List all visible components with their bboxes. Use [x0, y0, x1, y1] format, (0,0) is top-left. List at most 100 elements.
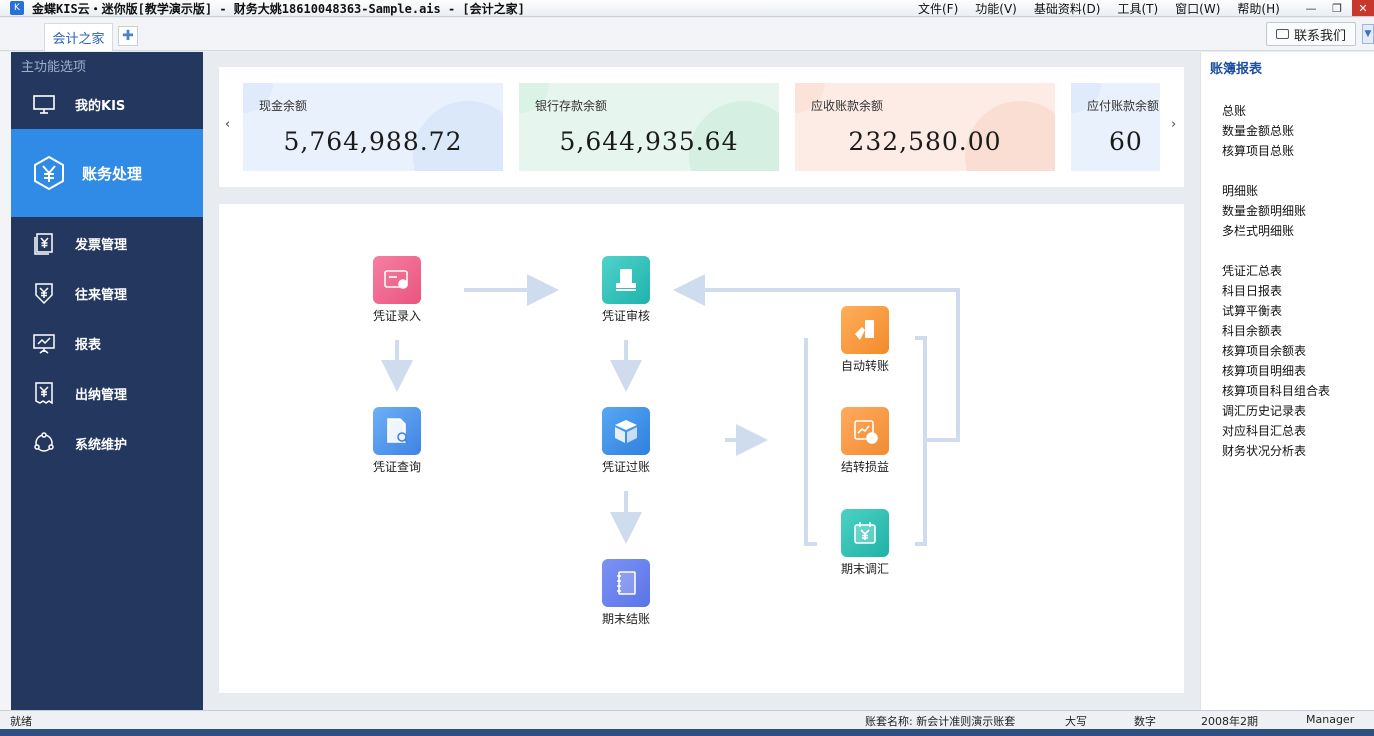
report-link-item-ledger[interactable]: 核算项目总账 [1222, 142, 1294, 159]
yuan-shield-icon [32, 281, 56, 305]
node-label: 期末调汇 [840, 562, 889, 576]
sidebar-item-receivables[interactable]: 往来管理 [11, 268, 203, 318]
card-label: 银行存款余额 [535, 99, 608, 113]
auto-transfer-node[interactable]: 自动转账 [835, 306, 895, 374]
sidebar-item-label: 我的KIS [75, 98, 126, 114]
restore-button[interactable]: ❐ [1324, 0, 1350, 16]
node-label: 凭证录入 [372, 309, 421, 323]
menu-help[interactable]: 帮助(H) [1237, 0, 1279, 17]
sidebar-item-invoice[interactable]: 发票管理 [11, 218, 203, 268]
profit-loss-icon [841, 407, 889, 455]
report-link-voucher-summary[interactable]: 凭证汇总表 [1222, 262, 1282, 279]
menu-function[interactable]: 功能(V) [975, 0, 1017, 17]
report-link-financial-analysis[interactable]: 财务状况分析表 [1222, 442, 1306, 459]
cashier-icon [32, 381, 56, 405]
chat-icon [1275, 29, 1289, 39]
cash-balance-card[interactable]: 现金余额 5,764,988.72 [243, 83, 503, 171]
sidebar-item-label: 账务处理 [82, 164, 143, 183]
node-label: 期末结账 [601, 612, 650, 626]
report-link-item-balance[interactable]: 核算项目余额表 [1222, 342, 1306, 359]
report-link-exchange-history[interactable]: 调汇历史记录表 [1222, 402, 1306, 419]
sidebar-item-reports[interactable]: 报表 [11, 318, 203, 368]
status-user: Manager [1306, 713, 1355, 726]
period-close-node[interactable]: 期末结账 [596, 559, 656, 627]
ledger-reports-panel: 账簿报表 总账 数量金额总账 核算项目总账 明细账 数量金额明细账 多栏式明细账… [1200, 52, 1374, 710]
card-label: 应付账款余额 [1087, 99, 1160, 113]
menu-tools[interactable]: 工具(T) [1117, 0, 1158, 17]
carousel-prev-button[interactable]: ‹ [225, 117, 230, 132]
balance-cards-panel: ‹ 现金余额 5,764,988.72 银行存款余额 5,644,935.64 … [219, 67, 1184, 187]
panel-toggle-button[interactable]: ▼ [1362, 24, 1374, 44]
close-button[interactable]: ✕ [1352, 0, 1374, 16]
menu-file[interactable]: 文件(F) [918, 0, 958, 17]
voucher-query-node[interactable]: 凭证查询 [367, 407, 427, 475]
sidebar-item-cashier[interactable]: 出纳管理 [11, 368, 203, 418]
sidebar-item-label: 发票管理 [75, 237, 128, 253]
report-board-icon [32, 331, 56, 355]
voucher-audit-icon [602, 256, 650, 304]
payable-balance-card[interactable]: 应付账款余额 60 [1071, 83, 1160, 171]
report-link-general-ledger[interactable]: 总账 [1222, 102, 1246, 119]
card-label: 现金余额 [259, 99, 308, 113]
menu-bar: 文件(F) 功能(V) 基础资料(D) 工具(T) 窗口(W) 帮助(H) [918, 0, 1297, 17]
os-taskbar [0, 729, 1374, 736]
minimize-button[interactable]: — [1298, 0, 1324, 16]
status-bar: 就绪 账套名称: 新会计准则演示账套 大写 数字 2008年2期 Manager [0, 710, 1374, 729]
node-label: 凭证过账 [601, 460, 650, 474]
report-link-multi-column-detail[interactable]: 多栏式明细账 [1222, 222, 1294, 239]
sidebar-item-my-kis[interactable]: 我的KIS [11, 79, 203, 129]
report-link-item-detail[interactable]: 核算项目明细表 [1222, 362, 1306, 379]
report-link-account-balance[interactable]: 科目余额表 [1222, 322, 1282, 339]
report-link-counter-account-summary[interactable]: 对应科目汇总表 [1222, 422, 1306, 439]
profit-loss-transfer-node[interactable]: 结转损益 [835, 407, 895, 475]
add-tab-button[interactable]: ✚ [118, 26, 138, 46]
node-label: 结转损益 [840, 460, 889, 474]
contact-us-button[interactable]: 联系我们 [1266, 22, 1356, 46]
tab-bar: 会计之家 ✚ 联系我们 ▼ [0, 18, 1374, 51]
report-link-item-account-combo[interactable]: 核算项目科目组合表 [1222, 382, 1330, 399]
app-logo-icon: K [10, 1, 24, 15]
contact-us-label: 联系我们 [1293, 28, 1346, 44]
menu-window[interactable]: 窗口(W) [1175, 0, 1220, 17]
node-label: 凭证查询 [372, 460, 421, 474]
workflow-connectors [381, 274, 960, 546]
voucher-audit-node[interactable]: 凭证审核 [596, 256, 656, 324]
status-ready: 就绪 [10, 715, 32, 728]
voucher-posting-icon [602, 407, 650, 455]
report-link-qty-amount-ledger[interactable]: 数量金额总账 [1222, 122, 1294, 139]
exchange-adjust-icon [841, 509, 889, 557]
status-caps: 大写 [1065, 715, 1087, 728]
voucher-posting-node[interactable]: 凭证过账 [596, 407, 656, 475]
card-label: 应收账款余额 [811, 99, 884, 113]
tab-accounting-home[interactable]: 会计之家 [44, 23, 113, 51]
sidebar-item-system[interactable]: 系统维护 [11, 418, 203, 468]
sidebar-item-label: 出纳管理 [75, 387, 128, 403]
workflow-panel: 凭证录入 凭证查询 凭证审核 凭证过账 期末结账 自动转账 结转损益 期末调汇 [219, 204, 1184, 693]
monitor-icon [32, 92, 56, 116]
sidebar-item-label: 报表 [75, 337, 102, 353]
node-label: 自动转账 [840, 359, 889, 373]
carousel-next-button[interactable]: › [1171, 117, 1176, 132]
invoice-icon [32, 231, 56, 255]
card-value: 5,644,935.64 [559, 127, 739, 156]
receivable-balance-card[interactable]: 应收账款余额 232,580.00 [795, 83, 1055, 171]
voucher-entry-node[interactable]: 凭证录入 [367, 256, 427, 324]
status-period: 2008年2期 [1201, 715, 1258, 728]
auto-transfer-icon [841, 306, 889, 354]
voucher-query-icon [373, 407, 421, 455]
report-link-detail-ledger[interactable]: 明细账 [1222, 182, 1258, 199]
sidebar-item-accounting[interactable]: 账务处理 [11, 129, 203, 217]
period-close-icon [602, 559, 650, 607]
bank-balance-card[interactable]: 银行存款余额 5,644,935.64 [519, 83, 779, 171]
period-exchange-adjust-node[interactable]: 期末调汇 [835, 509, 895, 577]
system-cycle-icon [32, 431, 56, 455]
menu-basic-data[interactable]: 基础资料(D) [1034, 0, 1101, 17]
status-account-set: 账套名称: 新会计准则演示账套 [865, 715, 1016, 728]
report-link-qty-amount-detail[interactable]: 数量金额明细账 [1222, 202, 1306, 219]
node-label: 凭证审核 [601, 309, 650, 323]
report-link-account-daily[interactable]: 科目日报表 [1222, 282, 1282, 299]
report-link-trial-balance[interactable]: 试算平衡表 [1222, 302, 1282, 319]
status-num: 数字 [1134, 715, 1156, 728]
card-value: 60 [1109, 127, 1143, 156]
sidebar-item-label: 系统维护 [75, 437, 128, 453]
